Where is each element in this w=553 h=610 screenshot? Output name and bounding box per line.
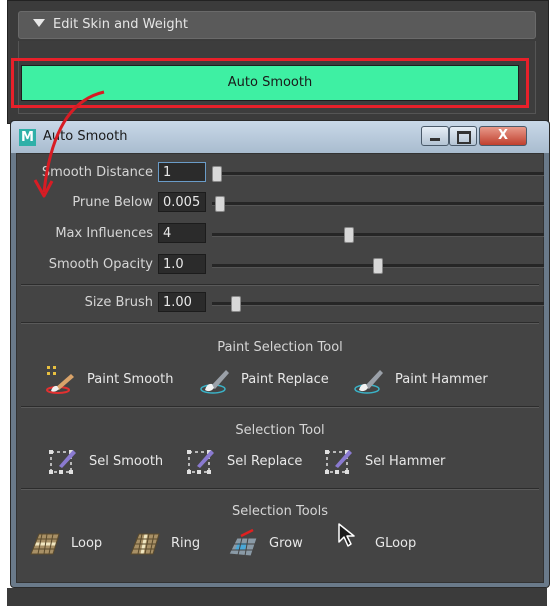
tool-label: Ring <box>171 536 201 551</box>
paint-smooth-icon <box>46 366 74 394</box>
grow-icon <box>228 528 258 557</box>
slider-thumb[interactable] <box>344 227 354 243</box>
slider-row-prune-below: Prune Below 0.005 <box>17 190 544 216</box>
slider-label: Prune Below <box>72 195 153 210</box>
auto-smooth-button[interactable]: Auto Smooth <box>21 65 519 101</box>
section-title-selection-tools: Selection Tools <box>231 504 329 519</box>
slider-track[interactable] <box>212 258 544 274</box>
slider-label: Smooth Distance <box>41 165 153 180</box>
paint-brush-icon <box>354 370 383 394</box>
paint-replace-button[interactable]: Paint Replace <box>199 364 349 396</box>
slider-track[interactable] <box>212 227 544 243</box>
slider-thumb[interactable] <box>215 196 225 212</box>
slider-track[interactable] <box>212 296 544 312</box>
max-influences-field[interactable]: 4 <box>158 223 206 243</box>
divider <box>21 488 539 490</box>
tool-label: GLoop <box>375 536 417 551</box>
loop-button[interactable]: Loop <box>29 528 129 560</box>
slider-row-smooth-distance: Smooth Distance 1 <box>17 160 544 186</box>
minimize-icon <box>430 138 440 141</box>
window-titlebar[interactable]: M Auto Smooth X <box>11 121 549 153</box>
ring-icon <box>130 533 160 555</box>
selection-brush-icon <box>325 450 352 474</box>
section-title-selection-tool: Selection Tool <box>235 423 325 438</box>
tool-label: Paint Replace <box>241 372 329 387</box>
window-title: Auto Smooth <box>43 129 128 144</box>
slider-label: Size Brush <box>84 295 153 310</box>
divider <box>21 284 539 286</box>
ring-button[interactable]: Ring <box>129 528 229 560</box>
minimize-button[interactable] <box>421 126 449 146</box>
smooth-opacity-field[interactable]: 1.0 <box>158 254 206 274</box>
smooth-distance-field[interactable]: 1 <box>158 162 206 182</box>
cursor-icon <box>338 523 355 547</box>
section-title-paint-selection: Paint Selection Tool <box>217 340 343 355</box>
slider-thumb[interactable] <box>212 166 222 182</box>
tool-label: Grow <box>269 536 303 551</box>
tool-label: Sel Replace <box>227 454 303 469</box>
selection-brush-icon <box>49 450 76 474</box>
tool-label: Paint Hammer <box>395 372 488 387</box>
bottom-strip <box>7 588 547 606</box>
maya-logo-icon: M <box>19 129 36 146</box>
slider-label: Max Influences <box>55 226 153 241</box>
window-client: Smooth Distance 1 Prune Below 0.005 Max … <box>16 153 544 583</box>
paint-brush-icon <box>200 370 229 394</box>
frame-title: Edit Skin and Weight <box>53 17 188 32</box>
selection-brush-icon <box>187 450 214 474</box>
paint-hammer-button[interactable]: Paint Hammer <box>353 364 503 396</box>
size-brush-field[interactable]: 1.00 <box>158 292 206 312</box>
close-button[interactable]: X <box>479 126 527 146</box>
slider-thumb[interactable] <box>231 296 241 312</box>
slider-row-max-influences: Max Influences 4 <box>17 221 544 247</box>
collapse-triangle-icon[interactable] <box>33 19 45 27</box>
slider-track[interactable] <box>212 166 544 182</box>
sel-replace-button[interactable]: Sel Replace <box>185 446 325 478</box>
grow-button[interactable]: Grow <box>227 528 327 560</box>
slider-row-size-brush: Size Brush 1.00 <box>17 290 544 316</box>
slider-thumb[interactable] <box>373 258 383 274</box>
slider-label: Smooth Opacity <box>48 257 153 272</box>
prune-below-field[interactable]: 0.005 <box>158 192 206 212</box>
auto-smooth-window: M Auto Smooth X Smooth Distance 1 Prune … <box>10 120 550 588</box>
tool-label: Paint Smooth <box>87 372 174 387</box>
gloop-button[interactable]: GLoop <box>333 520 433 552</box>
divider <box>21 406 539 408</box>
tool-label: Loop <box>71 536 103 551</box>
maximize-icon <box>457 131 471 144</box>
tool-label: Sel Smooth <box>89 454 164 469</box>
sel-hammer-button[interactable]: Sel Hammer <box>323 446 463 478</box>
sel-smooth-button[interactable]: Sel Smooth <box>47 446 187 478</box>
divider <box>21 322 539 324</box>
loop-icon <box>30 533 60 555</box>
slider-row-smooth-opacity: Smooth Opacity 1.0 <box>17 252 544 278</box>
paint-smooth-button[interactable]: Paint Smooth <box>45 364 195 396</box>
maximize-button[interactable] <box>449 126 477 146</box>
frame-header-edit-skin[interactable]: Edit Skin and Weight <box>18 11 536 39</box>
tool-label: Sel Hammer <box>365 454 446 469</box>
slider-track[interactable] <box>212 196 544 212</box>
